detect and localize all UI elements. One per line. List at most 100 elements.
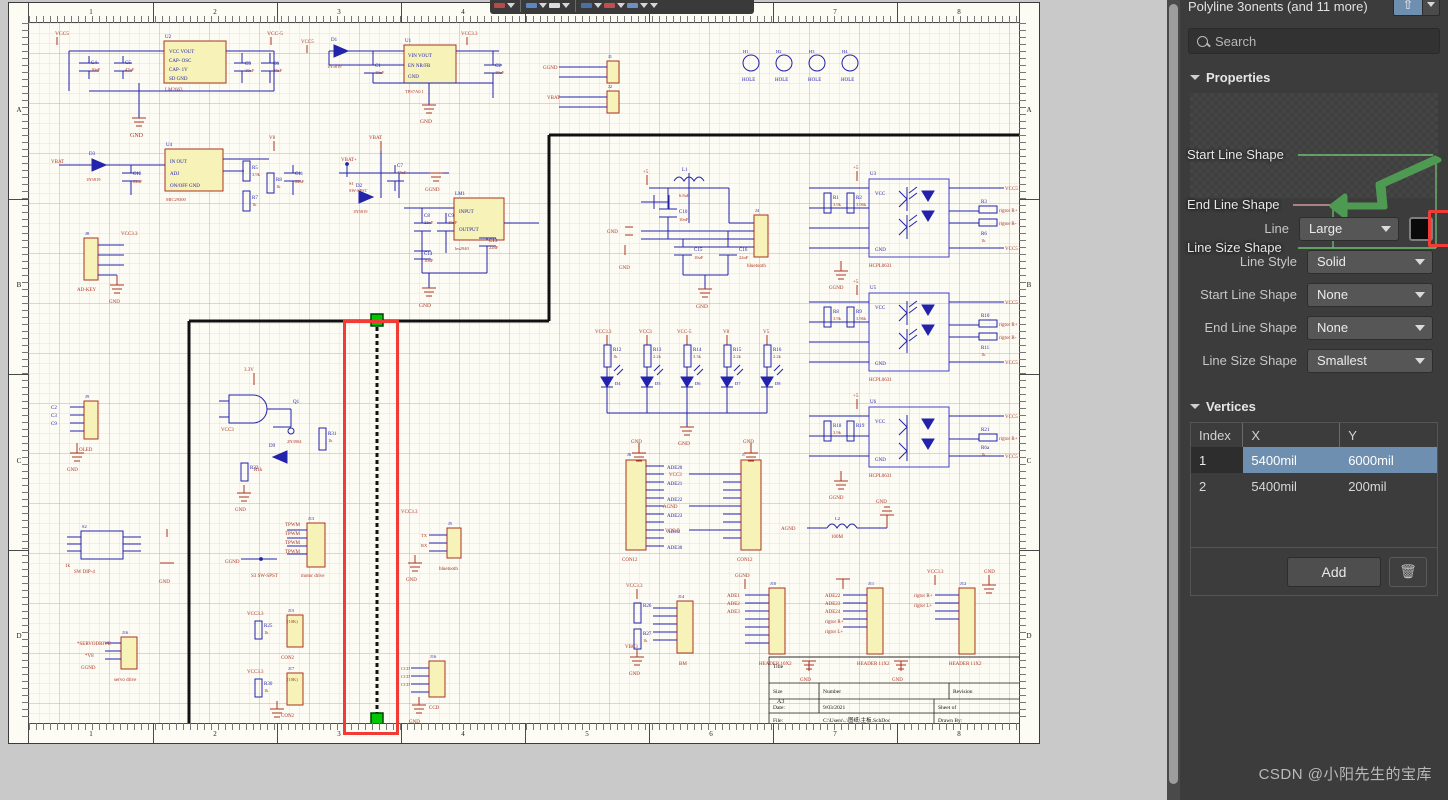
svg-text:GND: GND: [631, 440, 642, 445]
zone-column-label: 8: [957, 730, 961, 738]
collapse-triangle-icon[interactable]: [1190, 404, 1200, 409]
chevron-down-icon[interactable]: [562, 2, 570, 8]
scrollbar-thumb[interactable]: [1169, 4, 1178, 784]
svg-text:TPWM: TPWM: [285, 541, 301, 546]
svg-text:22nF: 22nF: [739, 255, 749, 260]
svg-text:S1: S1: [349, 181, 354, 186]
svg-text:VCC5: VCC5: [55, 31, 69, 37]
svg-text:3.9k: 3.9k: [833, 316, 842, 321]
svg-text:ADE2: ADE2: [727, 602, 740, 607]
zone-separator: [401, 723, 402, 743]
svg-text:D3: D3: [89, 152, 96, 157]
line-properties-form: Line Large Line Style Solid Start Line S…: [1180, 210, 1448, 377]
svg-text:J11: J11: [868, 581, 874, 586]
svg-text:R31: R31: [328, 432, 337, 437]
watermark-text: CSDN @小阳先生的宝库: [1258, 766, 1432, 783]
toolbar-color-item-4[interactable]: [581, 0, 602, 12]
svg-text:VCC3.3: VCC3.3: [121, 232, 138, 237]
svg-text:1k: 1k: [264, 688, 269, 693]
svg-text:*V8: *V8: [85, 654, 94, 659]
svg-text:1k: 1k: [981, 238, 986, 243]
svg-text:GND: GND: [159, 580, 170, 585]
pin-button[interactable]: ⇧: [1393, 0, 1423, 16]
chevron-down-icon[interactable]: [594, 2, 602, 8]
start-line-shape-dropdown[interactable]: None: [1307, 282, 1433, 307]
properties-section-header[interactable]: Properties: [1190, 70, 1448, 85]
table-row[interactable]: 2 5400mil 200mil: [1191, 473, 1437, 499]
svg-text:GGND: GGND: [543, 66, 558, 71]
svg-text:GND: GND: [800, 678, 811, 683]
chevron-down-icon[interactable]: [617, 2, 625, 8]
toolbar-color-item-7[interactable]: [650, 0, 658, 12]
svg-text:3.9k: 3.9k: [833, 430, 842, 435]
vertices-section-header[interactable]: Vertices: [1190, 399, 1448, 414]
svg-text:INPUT: INPUT: [459, 210, 474, 215]
delete-button[interactable]: 🗑: [1389, 556, 1427, 587]
zone-separator: [897, 3, 898, 23]
schematic-sheet[interactable]: 1122334455667788AABBCCDD VCC VOUT CAP- O…: [8, 2, 1040, 744]
svg-text:VCC3: VCC3: [221, 428, 234, 433]
svg-text:servo drive: servo drive: [114, 678, 137, 683]
zone-row-label: C: [16, 456, 22, 465]
line-preview-box: [1190, 93, 1438, 198]
panel-menu-button[interactable]: [1423, 0, 1440, 16]
line-width-dropdown[interactable]: Large: [1299, 216, 1399, 241]
svg-text:GND: GND: [876, 500, 887, 505]
svg-text:VBAT+: VBAT+: [341, 158, 357, 163]
line-style-dropdown[interactable]: Solid: [1307, 249, 1433, 274]
schematic-canvas[interactable]: 1122334455667788AABBCCDD VCC VOUT CAP- O…: [0, 0, 1168, 800]
svg-text:H1: H1: [743, 49, 749, 54]
svg-text:D9: D9: [269, 444, 276, 449]
tick-row-top: [29, 16, 1019, 23]
table-row[interactable]: 1 5400mil 6000mil: [1191, 447, 1437, 473]
toolbar-color-item-1[interactable]: [494, 0, 515, 12]
svg-text:J1: J1: [608, 54, 612, 59]
svg-text:C5: C5: [125, 61, 131, 66]
panel-scrollbar[interactable]: [1167, 0, 1180, 800]
toolbar-color-item-2[interactable]: [526, 0, 547, 12]
cell-x[interactable]: 5400mil: [1243, 447, 1341, 473]
svg-text:GND: GND: [607, 230, 618, 235]
svg-text:R10: R10: [981, 314, 990, 319]
toolbar-color-item-6[interactable]: [627, 0, 648, 12]
svg-text:GND: GND: [984, 570, 995, 575]
cell-x[interactable]: 5400mil: [1243, 473, 1340, 499]
svg-text:R32: R32: [250, 466, 259, 471]
collapse-triangle-icon[interactable]: [1190, 75, 1200, 80]
svg-text:V5: V5: [763, 330, 770, 335]
chevron-down-icon[interactable]: [650, 2, 658, 8]
svg-text:J14: J14: [678, 594, 685, 599]
svg-text:+5: +5: [853, 166, 859, 171]
add-button[interactable]: Add: [1287, 556, 1381, 587]
panel-header: Polyline 3onents (and 11 more) ⇧: [1180, 0, 1448, 22]
svg-text:AD-KEY: AD-KEY: [77, 288, 97, 293]
end-line-shape-dropdown[interactable]: None: [1307, 315, 1433, 340]
vertices-table[interactable]: Index X Y 1 5400mil 6000mil 2 5400mil 20…: [1190, 422, 1438, 548]
svg-text:R30: R30: [264, 682, 273, 687]
chevron-down-icon[interactable]: [539, 2, 547, 8]
cell-y[interactable]: 6000mil: [1340, 447, 1437, 473]
line-size-shape-dropdown[interactable]: Smallest: [1307, 348, 1433, 373]
toolbar-color-item-5[interactable]: [604, 0, 625, 12]
svg-text:22nF: 22nF: [424, 220, 434, 225]
chevron-down-icon[interactable]: [640, 2, 648, 8]
svg-text:C:\Users\..\图纸\主板.SchDoc: C:\Users\..\图纸\主板.SchDoc: [823, 716, 891, 723]
tick-col-left: [22, 23, 29, 723]
floating-format-toolbar[interactable]: [490, 0, 754, 14]
line-color-swatch[interactable]: [1409, 216, 1433, 241]
svg-text:1N5819: 1N5819: [353, 209, 368, 214]
svg-text:GND: GND: [678, 441, 690, 447]
zone-column-label: 7: [833, 8, 837, 16]
cell-y[interactable]: 200mil: [1340, 473, 1437, 499]
svg-text:AGND: AGND: [663, 505, 678, 510]
svg-text:1k: 1k: [264, 630, 269, 635]
search-input[interactable]: Search: [1188, 28, 1440, 54]
svg-text:9/03/2021: 9/03/2021: [823, 705, 846, 711]
chevron-down-icon[interactable]: [507, 2, 515, 8]
form-row-start-line-shape: Start Line Shape None: [1180, 278, 1448, 311]
svg-text:10nF: 10nF: [424, 258, 434, 263]
svg-text:R5: R5: [252, 166, 258, 171]
zone-column-label: 6: [709, 730, 713, 738]
zone-separator: [401, 3, 402, 23]
toolbar-color-item-3[interactable]: [549, 0, 570, 12]
